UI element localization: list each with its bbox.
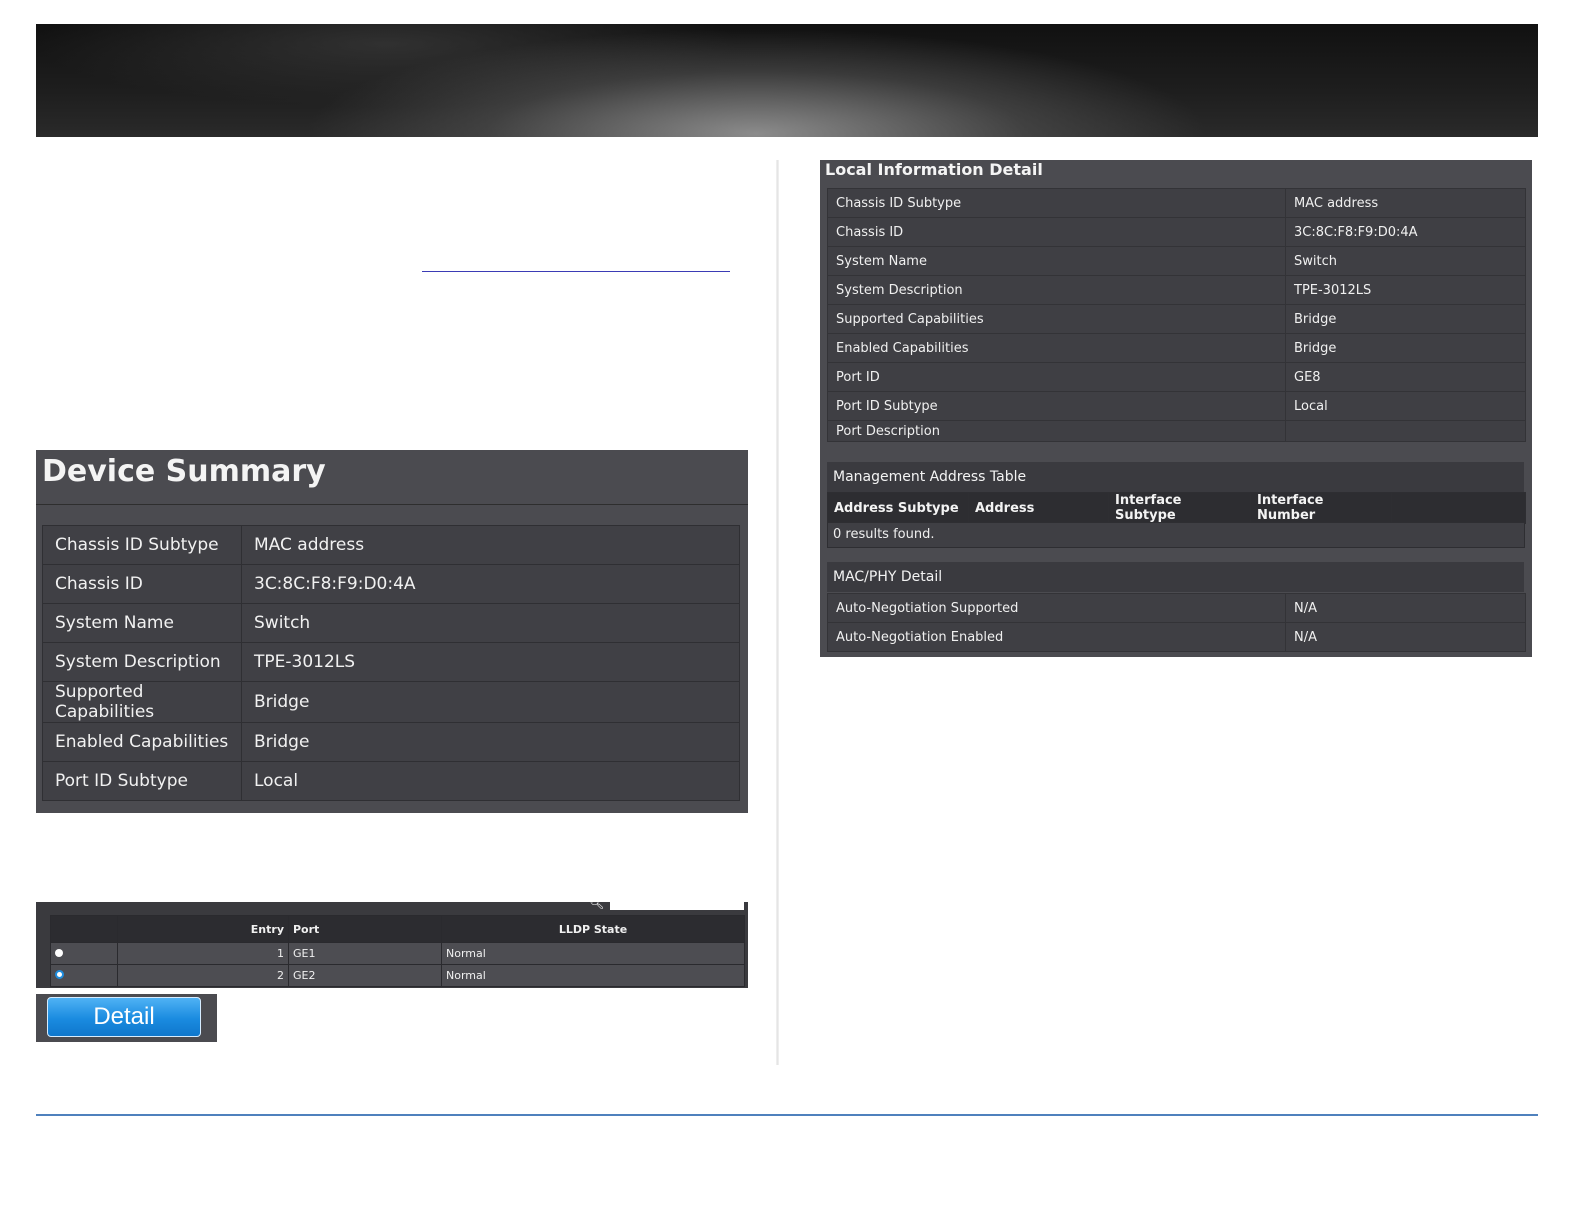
table-row: Port Description xyxy=(827,420,1526,442)
detail-button[interactable]: Detail xyxy=(47,997,201,1037)
row-label: Chassis ID Subtype xyxy=(827,188,1286,218)
table-row: Chassis ID 3C:8C:F8:F9:D0:4A xyxy=(42,564,740,604)
empty-header-cell xyxy=(1391,492,1526,524)
row-value xyxy=(1285,420,1526,442)
entry-cell: 2 xyxy=(117,964,289,987)
lldp-port-table: Entry Port LLDP State 1 GE1 Normal 2 GE2… xyxy=(50,915,745,987)
detail-button-container: Detail xyxy=(36,994,217,1042)
mac-phy-detail-table: Auto-Negotiation Supported N/A Auto-Negot… xyxy=(827,593,1526,652)
table-row: Port ID Subtype Local xyxy=(42,761,740,801)
row-label: Chassis ID xyxy=(42,564,242,604)
table-row: Chassis ID Subtype MAC address xyxy=(42,525,740,565)
row-value: Bridge xyxy=(241,681,740,723)
row-value: Switch xyxy=(241,603,740,643)
radio-button[interactable] xyxy=(55,949,63,957)
lldp-state-column-header[interactable]: LLDP State xyxy=(441,915,745,943)
table-row: Enabled Capabilities Bridge xyxy=(42,722,740,762)
table-row: Supported Capabilities Bridge xyxy=(42,681,740,723)
local-information-table: Chassis ID Subtype MAC address Chassis ID… xyxy=(827,188,1526,442)
table-header-row: Address Subtype Address Interface Subtyp… xyxy=(827,492,1526,524)
interface-subtype-column-header: Interface Subtype xyxy=(1108,492,1251,524)
device-summary-title: Device Summary xyxy=(42,454,326,489)
row-label: System Name xyxy=(827,246,1286,276)
row-value: TPE-3012LS xyxy=(241,642,740,682)
mac-phy-detail-title: MAC/PHY Detail xyxy=(827,562,1524,592)
lldp-state-cell: Normal xyxy=(441,964,745,987)
management-address-table-title: Management Address Table xyxy=(827,462,1524,492)
empty-results-message: 0 results found. xyxy=(827,522,1525,548)
row-value: Bridge xyxy=(1285,304,1526,334)
row-value: Bridge xyxy=(1285,333,1526,363)
table-row: Port ID GE8 xyxy=(827,362,1526,392)
port-cell: GE2 xyxy=(288,964,442,987)
row-select[interactable] xyxy=(50,964,118,987)
select-column-header xyxy=(50,915,118,943)
device-summary-panel: Device Summary Chassis ID Subtype MAC add… xyxy=(36,450,748,813)
port-column-header[interactable]: Port xyxy=(288,915,442,943)
row-label: System Name xyxy=(42,603,242,643)
entry-column-header[interactable]: Entry xyxy=(117,915,289,943)
table-row: Supported Capabilities Bridge xyxy=(827,304,1526,334)
row-value: Switch xyxy=(1285,246,1526,276)
row-value: N/A xyxy=(1285,622,1526,652)
search-input[interactable] xyxy=(610,902,744,910)
header-banner xyxy=(36,24,1538,137)
footer-rule xyxy=(36,1114,1538,1116)
row-value: Bridge xyxy=(241,722,740,762)
row-value: Local xyxy=(1285,391,1526,421)
row-label: Chassis ID Subtype xyxy=(42,525,242,565)
entry-cell: 1 xyxy=(117,942,289,965)
row-label: System Description xyxy=(827,275,1286,305)
table-row: Auto-Negotiation Enabled N/A xyxy=(827,622,1526,652)
link-underline[interactable] xyxy=(422,271,730,272)
local-information-detail-panel: Local Information Detail Chassis ID Subt… xyxy=(820,160,1532,657)
interface-number-column-header: Interface Number xyxy=(1250,492,1392,524)
row-label: Supported Capabilities xyxy=(42,681,242,723)
row-label: Port Description xyxy=(827,420,1286,442)
radio-button-selected[interactable] xyxy=(55,970,64,979)
management-address-table: Address Subtype Address Interface Subtyp… xyxy=(827,492,1526,524)
row-value: TPE-3012LS xyxy=(1285,275,1526,305)
row-value: 3C:8C:F8:F9:D0:4A xyxy=(241,564,740,604)
row-label: Auto-Negotiation Supported xyxy=(827,593,1286,623)
row-label: System Description xyxy=(42,642,242,682)
row-label: Port ID Subtype xyxy=(827,391,1286,421)
row-label: Supported Capabilities xyxy=(827,304,1286,334)
row-value: 3C:8C:F8:F9:D0:4A xyxy=(1285,217,1526,247)
table-row: Auto-Negotiation Supported N/A xyxy=(827,593,1526,623)
table-row[interactable]: 1 GE1 Normal xyxy=(50,942,745,965)
row-value: MAC address xyxy=(1285,188,1526,218)
row-value: GE8 xyxy=(1285,362,1526,392)
row-label: Enabled Capabilities xyxy=(42,722,242,762)
table-row: System Name Switch xyxy=(42,603,740,643)
table-row: System Description TPE-3012LS xyxy=(42,642,740,682)
row-label: Auto-Negotiation Enabled xyxy=(827,622,1286,652)
lldp-port-table-panel: 🔍︎ Entry Port LLDP State 1 GE1 Normal 2 … xyxy=(36,896,748,988)
local-information-detail-title: Local Information Detail xyxy=(825,160,1043,179)
divider xyxy=(36,504,748,505)
table-row[interactable]: 2 GE2 Normal xyxy=(50,964,745,987)
address-subtype-column-header: Address Subtype xyxy=(827,492,969,524)
row-select[interactable] xyxy=(50,942,118,965)
row-label: Port ID Subtype xyxy=(42,761,242,801)
table-header-row: Entry Port LLDP State xyxy=(50,915,745,943)
table-row: Chassis ID 3C:8C:F8:F9:D0:4A xyxy=(827,217,1526,247)
table-row: Chassis ID Subtype MAC address xyxy=(827,188,1526,218)
table-row: Port ID Subtype Local xyxy=(827,391,1526,421)
column-divider xyxy=(776,160,779,1065)
table-row: System Description TPE-3012LS xyxy=(827,275,1526,305)
row-label: Chassis ID xyxy=(827,217,1286,247)
device-summary-table: Chassis ID Subtype MAC address Chassis ID… xyxy=(42,525,740,801)
row-value: Local xyxy=(241,761,740,801)
address-column-header: Address xyxy=(968,492,1109,524)
row-value: N/A xyxy=(1285,593,1526,623)
search-icon[interactable]: 🔍︎ xyxy=(589,896,609,910)
table-row: Enabled Capabilities Bridge xyxy=(827,333,1526,363)
row-label: Port ID xyxy=(827,362,1286,392)
lldp-state-cell: Normal xyxy=(441,942,745,965)
row-value: MAC address xyxy=(241,525,740,565)
row-label: Enabled Capabilities xyxy=(827,333,1286,363)
table-row: System Name Switch xyxy=(827,246,1526,276)
port-cell: GE1 xyxy=(288,942,442,965)
